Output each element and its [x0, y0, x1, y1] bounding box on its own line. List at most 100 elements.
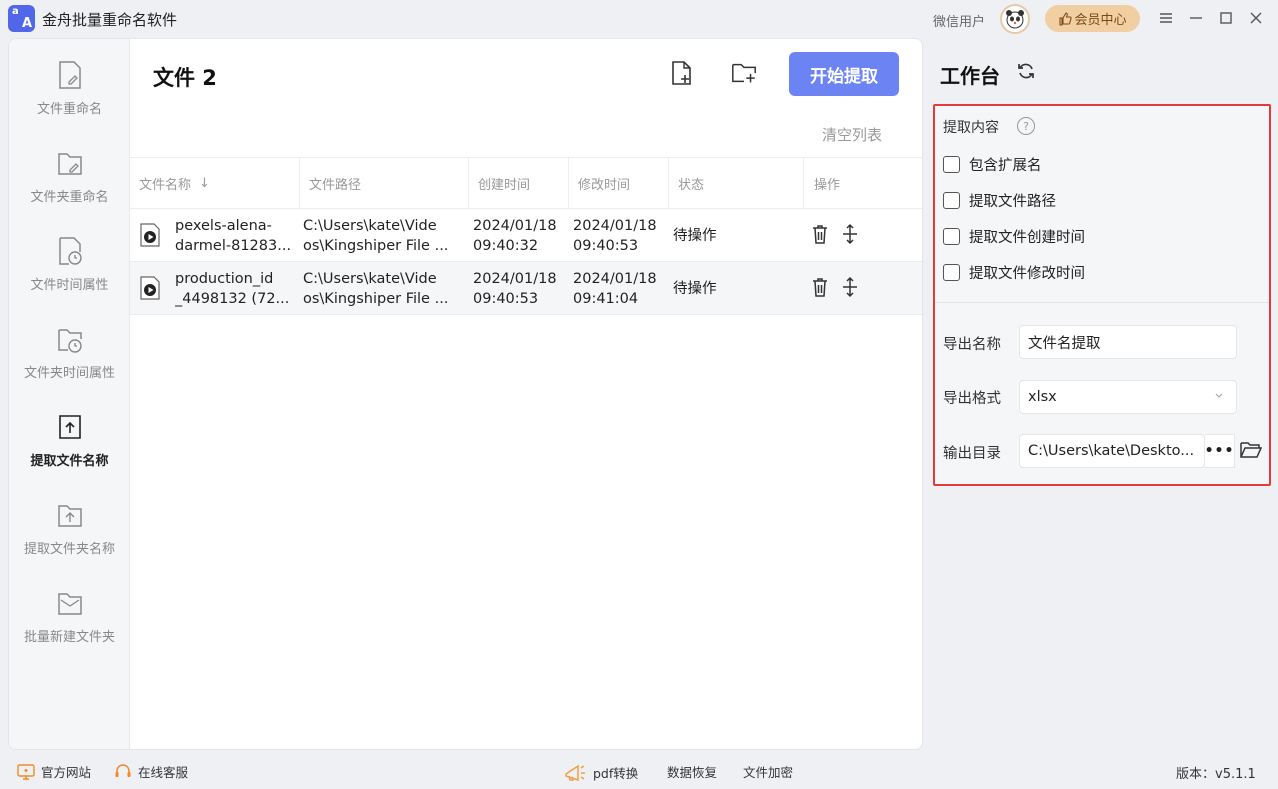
file-upload-icon: [58, 414, 81, 439]
drag-move-icon[interactable]: [840, 223, 860, 245]
refresh-icon[interactable]: [1016, 61, 1036, 81]
column-header-name[interactable]: 文件名称 ↓: [130, 158, 300, 209]
file-path-cell: C:\Users\kate\Vide os\Kingshiper File ...: [303, 217, 449, 254]
sidebar-item-file-time[interactable]: 文件时间属性: [9, 220, 130, 308]
start-extract-button[interactable]: 开始提取: [789, 52, 899, 96]
sidebar-item-label: 文件时间属性: [30, 277, 109, 293]
table-bottom-divider: [130, 314, 922, 315]
created-time-cell: 2024/01/18 09:40:53: [473, 270, 557, 307]
sidebar-item-label: 文件重命名: [36, 101, 102, 117]
folder-clock-icon: [57, 328, 82, 353]
column-header-created: 创建时间: [469, 158, 569, 209]
hamburger-icon: [1160, 13, 1172, 23]
help-icon[interactable]: ?: [1017, 117, 1035, 135]
main-card: 文件重命名 文件夹重命名 文件时间属性 文件夹时间属性 提取文件名称 提取文件夹…: [8, 38, 923, 750]
open-folder-icon[interactable]: [1240, 440, 1262, 460]
checkbox[interactable]: [943, 264, 960, 281]
sidebar: 文件重命名 文件夹重命名 文件时间属性 文件夹时间属性 提取文件名称 提取文件夹…: [9, 39, 130, 749]
output-dir-label: 输出目录: [943, 446, 1001, 462]
table-header: 文件名称 ↓ 文件路径 创建时间 修改时间 状态 操作: [130, 157, 922, 209]
checkbox[interactable]: [943, 156, 960, 173]
title-bar: a A 金舟批量重命名软件 微信用户 会员中心: [0, 0, 1278, 38]
file-name-cell: production_id _4498132 (72...: [175, 270, 290, 307]
minimize-icon: [1190, 17, 1202, 19]
close-button[interactable]: [1244, 6, 1268, 30]
export-format-label: 导出格式: [943, 391, 1001, 407]
column-header-path: 文件路径: [300, 158, 469, 209]
status-cell: 待操作: [673, 280, 717, 297]
logo-letter-large: A: [21, 16, 32, 31]
video-file-icon: [140, 276, 160, 300]
modified-time-cell: 2024/01/18 09:41:04: [573, 270, 657, 307]
online-service-link[interactable]: 在线客服: [114, 762, 188, 781]
column-header-status: 状态: [669, 158, 804, 209]
output-dir-input[interactable]: C:\Users\kate\Deskto...: [1019, 434, 1205, 468]
created-time-cell: 2024/01/18 09:40:32: [473, 217, 557, 254]
sort-arrow-icon[interactable]: ↓: [199, 176, 210, 191]
export-format-select[interactable]: xlsx: [1019, 380, 1237, 414]
export-name-label: 导出名称: [943, 337, 1001, 353]
minimize-button[interactable]: [1184, 6, 1208, 30]
sidebar-item-label: 文件夹重命名: [30, 189, 109, 205]
delete-icon[interactable]: [810, 276, 830, 298]
delete-icon[interactable]: [810, 223, 830, 245]
sidebar-item-label: 文件夹时间属性: [23, 365, 115, 381]
drag-move-icon[interactable]: [840, 276, 860, 298]
sidebar-item-batch-new-folder[interactable]: 批量新建文件夹: [9, 572, 130, 660]
file-clock-icon: [58, 236, 82, 265]
data-recovery-link[interactable]: 数据恢复: [667, 762, 717, 781]
maximize-icon: [1220, 12, 1232, 24]
avatar[interactable]: [1000, 4, 1030, 34]
option-extract-created-time[interactable]: 提取文件创建时间: [943, 226, 1085, 247]
file-list-area: 文件 2 开始提取 清空列表 文件名称 ↓ 文件路径 创建时间 修改时间 状态 …: [130, 39, 922, 749]
folder-new-icon: [57, 592, 82, 615]
pdf-convert-link[interactable]: pdf转换: [563, 762, 638, 782]
option-extract-path[interactable]: 提取文件路径: [943, 190, 1056, 211]
column-header-modified: 修改时间: [569, 158, 669, 209]
export-name-input[interactable]: 文件名提取: [1019, 325, 1237, 359]
sidebar-item-extract-foldername[interactable]: 提取文件夹名称: [9, 484, 130, 572]
app-logo: a A: [8, 5, 35, 32]
maximize-button[interactable]: [1214, 6, 1238, 30]
modified-time-cell: 2024/01/18 09:40:53: [573, 217, 657, 254]
column-header-actions: 操作: [814, 178, 841, 193]
headset-icon: [115, 763, 131, 777]
vip-center-label: 会员中心: [1074, 13, 1127, 28]
table-row[interactable]: production_id _4498132 (72... C:\Users\ka…: [130, 261, 922, 314]
sidebar-item-label: 提取文件名称: [30, 453, 109, 469]
browse-more-button[interactable]: •••: [1205, 434, 1235, 468]
add-folder-icon[interactable]: [730, 59, 758, 87]
app-title: 金舟批量重命名软件: [42, 11, 178, 29]
menu-button[interactable]: [1154, 6, 1178, 30]
megaphone-icon: [565, 764, 585, 782]
close-icon: [1250, 12, 1262, 24]
checkbox[interactable]: [943, 192, 960, 209]
vip-center-button[interactable]: 会员中心: [1045, 5, 1140, 32]
panda-avatar-icon: [1006, 10, 1024, 29]
file-encrypt-link[interactable]: 文件加密: [743, 762, 793, 781]
folder-edit-icon: [57, 152, 82, 175]
sidebar-item-label: 批量新建文件夹: [23, 629, 115, 645]
option-extract-modified-time[interactable]: 提取文件修改时间: [943, 262, 1085, 283]
file-count-title: 文件 2: [153, 66, 217, 90]
version-label: 版本：v5.1.1: [1176, 767, 1256, 782]
sidebar-item-folder-time[interactable]: 文件夹时间属性: [9, 308, 130, 396]
sidebar-item-label: 提取文件夹名称: [23, 541, 115, 557]
sidebar-item-file-rename[interactable]: 文件重命名: [9, 44, 130, 132]
clear-list-button[interactable]: 清空列表: [822, 124, 882, 145]
chevron-down-icon: [1215, 393, 1223, 398]
user-name[interactable]: 微信用户: [933, 11, 985, 30]
monitor-icon: [17, 763, 35, 780]
option-include-extension[interactable]: 包含扩展名: [943, 154, 1042, 175]
section-divider: [935, 302, 1269, 303]
add-file-icon[interactable]: [668, 59, 696, 87]
sidebar-item-folder-rename[interactable]: 文件夹重命名: [9, 132, 130, 220]
folder-upload-icon: [57, 504, 82, 527]
checkbox[interactable]: [943, 228, 960, 245]
workbench-title: 工作台: [940, 64, 1000, 88]
status-cell: 待操作: [673, 227, 717, 244]
official-site-link[interactable]: 官方网站: [17, 762, 91, 781]
sidebar-item-extract-filename[interactable]: 提取文件名称: [9, 396, 130, 484]
file-name-cell: pexels-alena-darmel-81283...: [175, 217, 292, 254]
table-row[interactable]: pexels-alena-darmel-81283... C:\Users\ka…: [130, 208, 922, 261]
